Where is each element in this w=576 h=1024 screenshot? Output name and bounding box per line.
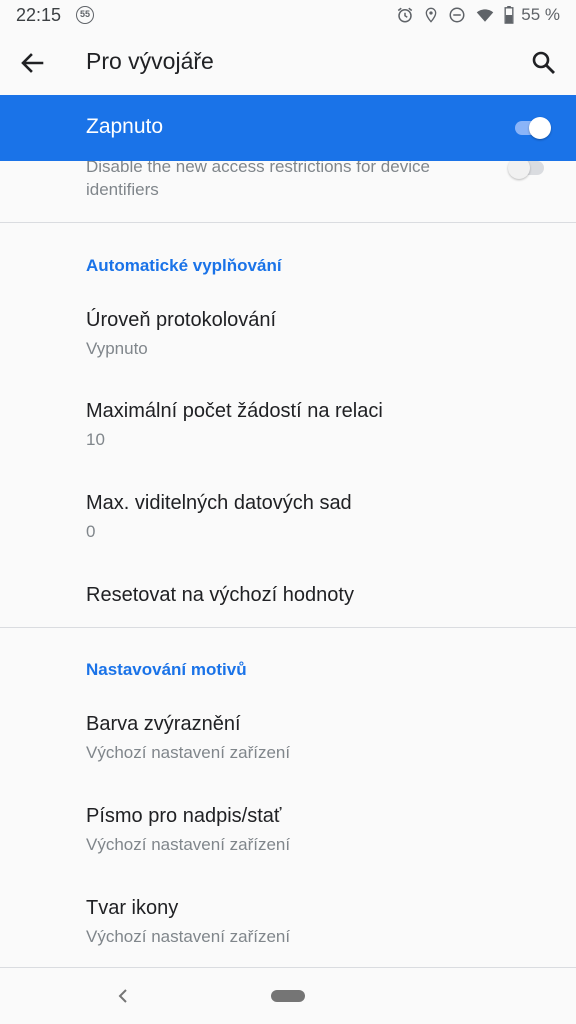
location-icon: [425, 7, 437, 23]
list-item-max-requests[interactable]: Maximální počet žádostí na relaci 10: [0, 400, 576, 462]
list-item-accent-color[interactable]: Barva zvýraznění Výchozí nastavení zaříz…: [0, 713, 576, 775]
nav-home-pill[interactable]: [271, 990, 305, 1002]
battery-icon: [504, 6, 514, 24]
status-icons: 55 %: [396, 4, 560, 26]
list-item-icon-shape[interactable]: Tvar ikony Výchozí nastavení zařízení: [0, 897, 576, 959]
list-item-logging-level[interactable]: Úroveň protokolování Vypnuto: [0, 309, 576, 371]
item-title: Úroveň protokolování: [86, 309, 277, 331]
item-summary: Výchozí nastavení zařízení: [86, 743, 291, 762]
divider: [0, 627, 576, 628]
status-bar: 22:15 55 55 %: [0, 0, 576, 32]
list-item-reset-defaults[interactable]: Resetovat na výchozí hodnoty: [0, 584, 576, 616]
item-title: Písmo pro nadpis/stať: [86, 805, 282, 827]
section-header-autofill: Automatické vyplňování: [86, 256, 282, 275]
switch-thumb: [508, 161, 530, 179]
section-header-theming: Nastavování motivů: [86, 660, 247, 679]
settings-list[interactable]: Disable the new access restrictions for …: [0, 161, 576, 969]
notification-badge: 55: [76, 6, 94, 24]
arrow-back-icon[interactable]: [14, 45, 50, 81]
item-title: Resetovat na výchozí hodnoty: [86, 584, 354, 606]
do-not-disturb-icon: [449, 7, 465, 23]
switch-thumb: [529, 117, 551, 139]
divider: [0, 222, 576, 223]
alarm-icon: [398, 7, 413, 23]
list-item-font[interactable]: Písmo pro nadpis/stať Výchozí nastavení …: [0, 805, 576, 867]
item-summary: Výchozí nastavení zařízení: [86, 835, 291, 854]
search-icon[interactable]: [526, 45, 562, 81]
battery-percent: 55 %: [521, 5, 560, 24]
item-summary: 10: [86, 430, 105, 449]
master-switch-bar[interactable]: Zapnuto: [0, 95, 576, 161]
item-title: Disable the new access restrictions for …: [86, 161, 430, 199]
list-item-access-restrictions[interactable]: Disable the new access restrictions for …: [0, 161, 576, 217]
item-summary: Výchozí nastavení zařízení: [86, 927, 291, 946]
item-summary: Vypnuto: [86, 339, 148, 358]
toggle-switch[interactable]: [508, 161, 548, 180]
nav-back-icon[interactable]: [113, 984, 133, 1008]
status-time: 22:15: [16, 5, 62, 25]
wifi-icon: [477, 9, 494, 22]
list-item-max-datasets[interactable]: Max. viditelných datových sad 0: [0, 492, 576, 554]
item-summary: 0: [86, 522, 96, 541]
item-title: Maximální počet žádostí na relaci: [86, 400, 383, 422]
item-title: Tvar ikony: [86, 897, 179, 919]
master-switch-label: Zapnuto: [86, 115, 164, 138]
item-title: Max. viditelných datových sad: [86, 492, 352, 514]
app-bar: Pro vývojáře: [0, 32, 576, 94]
master-toggle-switch[interactable]: [513, 116, 553, 140]
navigation-bar: [0, 968, 576, 1024]
item-title: Barva zvýraznění: [86, 713, 241, 735]
page-title: Pro vývojáře: [86, 48, 214, 74]
